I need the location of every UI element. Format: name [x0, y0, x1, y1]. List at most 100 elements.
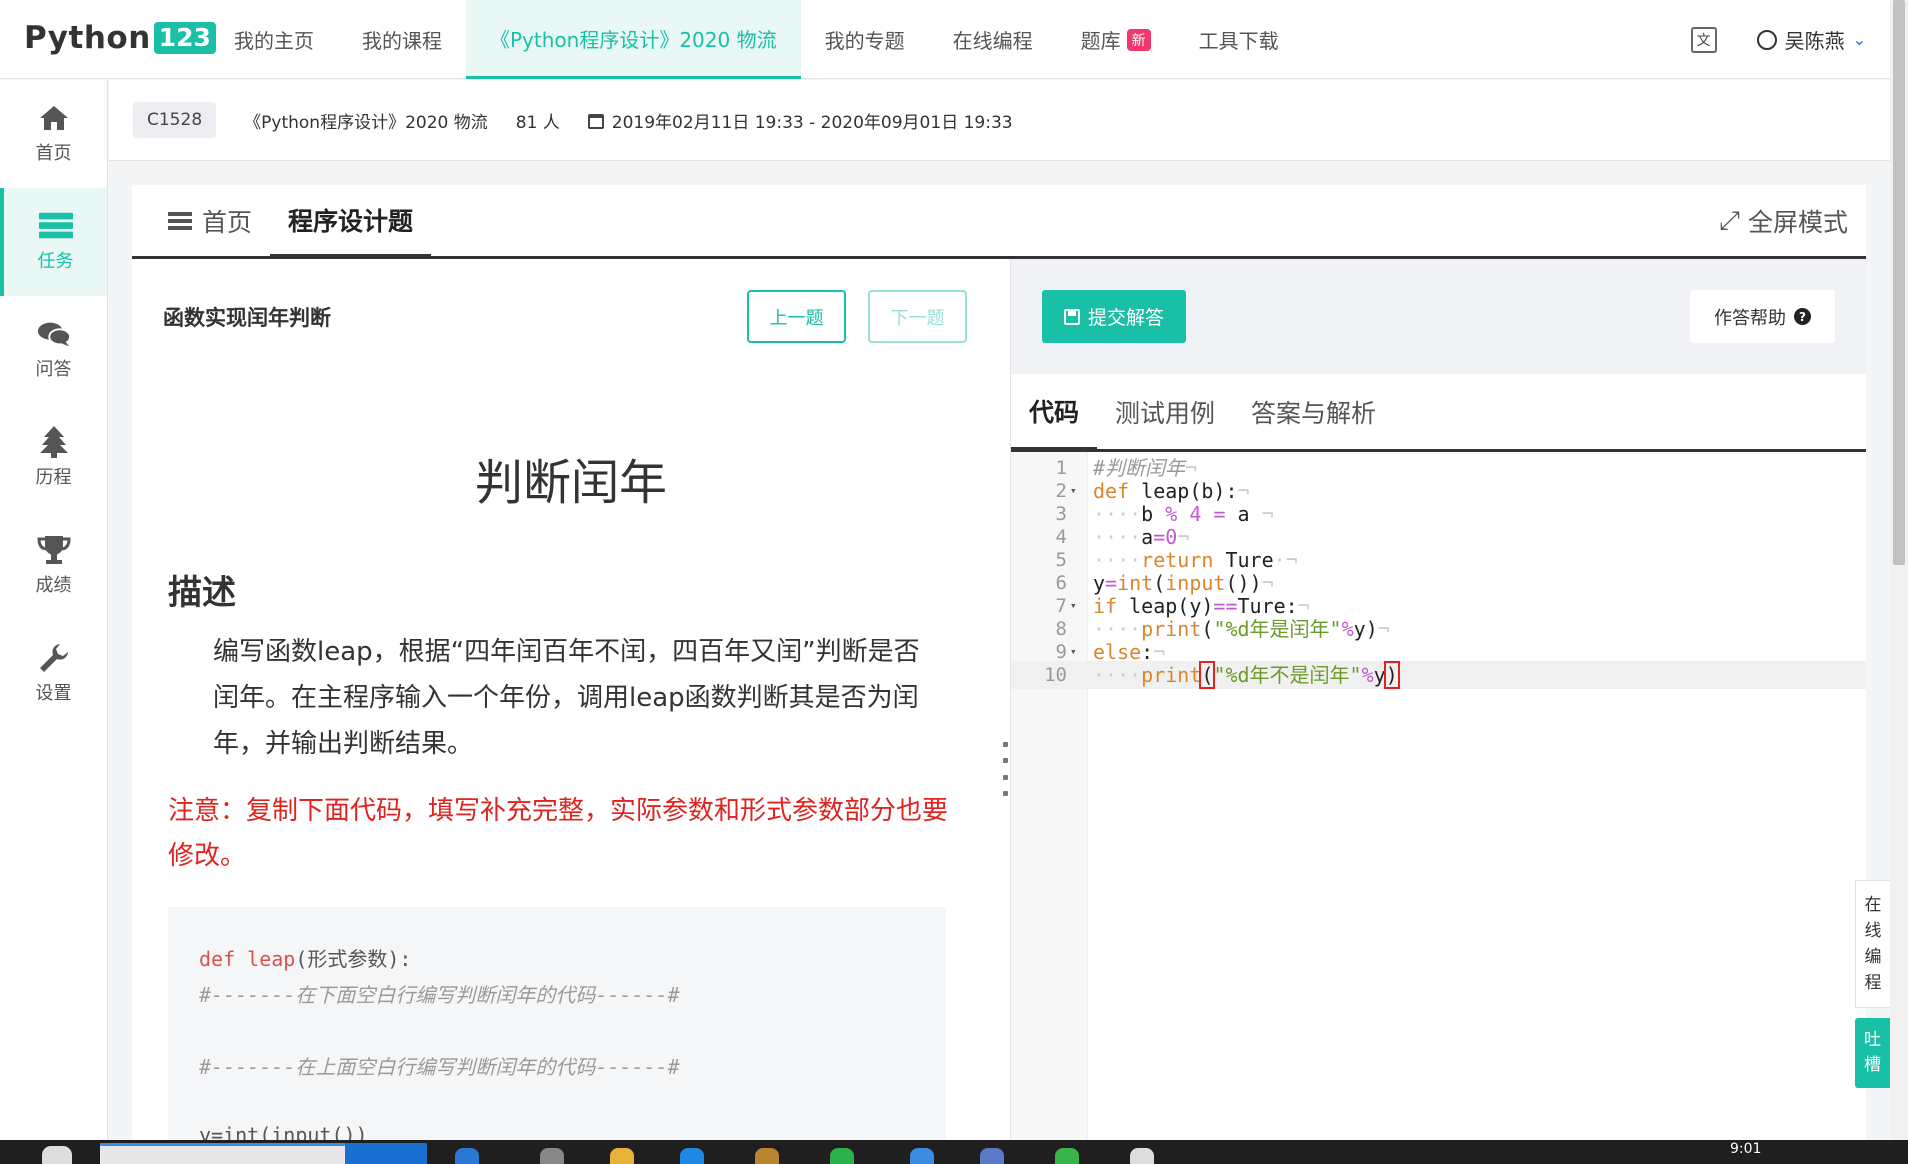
sidebar-item-qa[interactable]: 问答 — [0, 296, 107, 404]
list-icon — [168, 211, 192, 230]
tasks-icon — [38, 211, 73, 241]
float-char: 线 — [1864, 921, 1882, 941]
sidebar-item-tasks[interactable]: 任务 — [0, 188, 107, 296]
folder-icon[interactable] — [610, 1148, 634, 1164]
translate-icon[interactable]: 文 — [1690, 26, 1717, 53]
new-badge: 新 — [1126, 28, 1151, 51]
nav-item-online-coding[interactable]: 在线编程 — [929, 0, 1057, 79]
code-text: (形式参数): — [295, 947, 412, 971]
code-line: y=int(input()) — [199, 1123, 368, 1140]
member-count: 81 人 — [515, 112, 560, 133]
code-keyword: def leap — [199, 947, 296, 971]
app-icon[interactable] — [980, 1148, 1004, 1164]
top-navbar: Python 123 我的主页 我的课程 《Python程序设计》2020 物流… — [0, 0, 1890, 79]
trophy-icon — [36, 535, 71, 565]
home-icon — [37, 103, 71, 133]
site-logo[interactable]: Python 123 — [24, 18, 216, 58]
nav-item-home[interactable]: 我的主页 — [210, 0, 338, 79]
float-char: 在 — [1864, 895, 1882, 915]
question-circle-icon: ? — [1794, 308, 1811, 325]
float-char: 吐 — [1864, 1030, 1881, 1050]
fullscreen-button[interactable]: ⤢ 全屏模式 — [1719, 203, 1848, 239]
tab-answer-analysis[interactable]: 答案与解析 — [1233, 374, 1394, 449]
logo-badge: 123 — [153, 22, 216, 54]
taskbar-window[interactable] — [345, 1143, 427, 1164]
code-line: #-------在下面空白行编写判断闰年的代码------# — [199, 983, 680, 1007]
help-label: 作答帮助 — [1714, 307, 1786, 329]
file-icon[interactable] — [1130, 1148, 1154, 1164]
main-card: 首页 程序设计题 ⤢ 全屏模式 函数实现闰年判断 上一题 下一题 判断闰年 描述… — [132, 185, 1866, 1140]
app-icon[interactable] — [540, 1148, 564, 1164]
feedback-float-button[interactable]: 吐 槽 — [1855, 1018, 1890, 1088]
float-char: 编 — [1864, 947, 1882, 967]
code-editor[interactable]: 1 #判断闰年¬ 2 ▾ def leap(b):¬ 3 ····b % 4 = a ¬… — [1011, 452, 1866, 1140]
description-text: 编写函数leap，根据“四年闰百年不闰，四百年又闰”判断是否闰年。在主程序输入一… — [213, 637, 920, 759]
sidebar-item-history[interactable]: 历程 — [0, 404, 107, 512]
next-question-button[interactable]: 下一题 — [868, 290, 967, 343]
submit-answer-button[interactable]: 提交解答 — [1042, 290, 1186, 343]
nav-item-topics[interactable]: 我的专题 — [801, 0, 929, 79]
editor-tabs: 代码 测试用例 答案与解析 — [1011, 374, 1866, 452]
course-code-tag: C1528 — [133, 102, 217, 138]
drag-handle[interactable] — [1001, 742, 1009, 796]
online-coding-float-button[interactable]: 在 线 编 程 — [1855, 880, 1890, 1008]
nav-item-tools-download[interactable]: 工具下载 — [1175, 0, 1303, 79]
nav-item-question-bank[interactable]: 题库新 — [1057, 0, 1175, 79]
nav-item-label: 我的课程 — [362, 29, 442, 53]
editor-line-current: 10 ····print("%d年不是闰年"%y) — [1011, 661, 1866, 689]
app-icon[interactable] — [755, 1148, 779, 1164]
nav-right: 文 吴陈燕 ⌄ — [1690, 0, 1866, 79]
note-text: 注意：复制下面代码，填写补充完整，实际参数和形式参数部分也要修改。 — [168, 796, 949, 871]
sidebar-item-settings[interactable]: 设置 — [0, 620, 107, 728]
card-tabs: 首页 程序设计题 ⤢ 全屏模式 — [132, 185, 1866, 259]
nav-item-current-course[interactable]: 《Python程序设计》2020 物流 — [466, 0, 801, 79]
nav-item-label: 我的主页 — [234, 29, 314, 53]
answer-help-button[interactable]: 作答帮助 ? — [1690, 290, 1835, 343]
wechat-icon[interactable] — [830, 1148, 854, 1164]
problem-heading: 判断闰年 — [474, 455, 667, 511]
wrench-icon — [37, 643, 71, 673]
os-taskbar: 9:01 — [0, 1140, 1908, 1164]
tab-test-cases[interactable]: 测试用例 — [1097, 374, 1233, 449]
description-heading: 描述 — [168, 573, 236, 613]
nav-item-courses[interactable]: 我的课程 — [338, 0, 466, 79]
sidebar-item-label: 首页 — [35, 143, 72, 164]
float-char: 槽 — [1864, 1055, 1881, 1075]
problem-pane: 函数实现闰年判断 上一题 下一题 判断闰年 描述 编写函数leap，根据“四年闰… — [132, 259, 1010, 1140]
user-name: 吴陈燕 — [1784, 29, 1845, 53]
nav-item-label: 我的专题 — [824, 29, 905, 53]
tab-code[interactable]: 代码 — [1011, 374, 1098, 452]
edge-icon[interactable] — [680, 1148, 704, 1164]
prev-question-button[interactable]: 上一题 — [747, 290, 846, 343]
question-title: 函数实现闰年判断 — [163, 306, 331, 330]
start-icon[interactable] — [42, 1146, 72, 1164]
tab-home[interactable]: 首页 — [150, 185, 270, 256]
scrollbar-thumb[interactable] — [1893, 0, 1905, 565]
left-sidebar: 首页 任务 问答 历程 成绩 设置 — [0, 80, 108, 1140]
tree-icon — [37, 426, 71, 458]
chevron-down-icon: ⌄ — [1852, 30, 1866, 49]
sidebar-item-grades[interactable]: 成绩 — [0, 512, 107, 620]
sidebar-item-home[interactable]: 首页 — [0, 80, 107, 188]
course-date-range: 2019年02月11日 19:33 - 2020年09月01日 19:33 — [587, 108, 1013, 133]
template-code-block[interactable]: def leap(形式参数): #-------在下面空白行编写判断闰年的代码-… — [168, 907, 946, 1140]
submit-label: 提交解答 — [1087, 307, 1164, 329]
user-icon — [1756, 29, 1777, 50]
browser-icon[interactable] — [455, 1148, 479, 1164]
course-info-bar: C1528 《Python程序设计》2020 物流 81 人 2019年02月1… — [109, 80, 1890, 161]
logo-text: Python — [24, 20, 151, 56]
sidebar-item-label: 历程 — [35, 467, 72, 488]
tab-programming-question[interactable]: 程序设计题 — [270, 185, 432, 259]
course-name: 《Python程序设计》2020 物流 — [244, 112, 488, 133]
sidebar-item-label: 设置 — [35, 683, 72, 704]
save-icon — [1063, 308, 1080, 325]
ie-icon[interactable] — [910, 1148, 934, 1164]
calendar-icon — [587, 113, 604, 129]
nav-menu: 我的主页 我的课程 《Python程序设计》2020 物流 我的专题 在线编程 … — [210, 0, 1303, 79]
page-scrollbar[interactable] — [1890, 0, 1908, 1140]
app-icon[interactable] — [1055, 1148, 1079, 1164]
tab-label: 首页 — [202, 207, 253, 237]
editor-toolbar: 提交解答 作答帮助 ? — [1011, 259, 1866, 374]
user-menu[interactable]: 吴陈燕 ⌄ — [1756, 25, 1866, 54]
